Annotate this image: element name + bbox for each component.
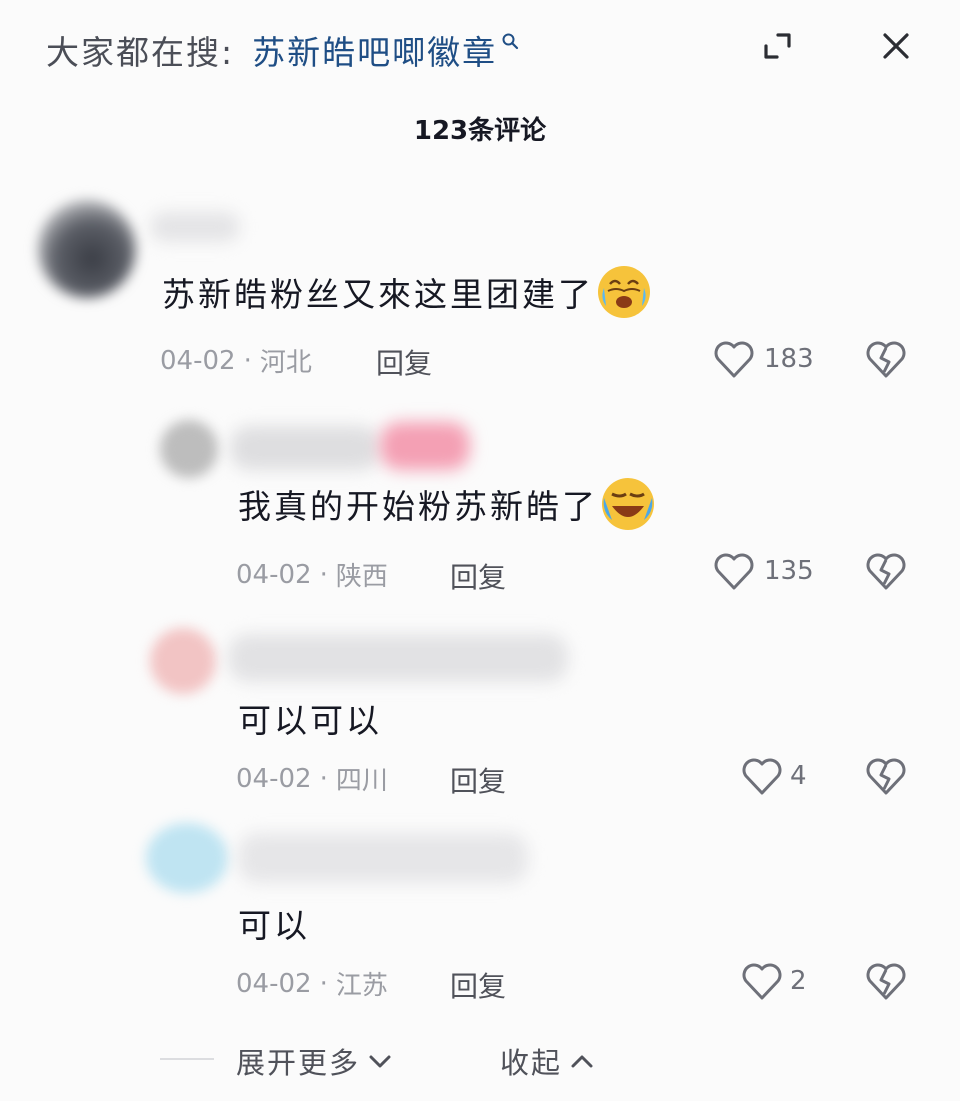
expand-more-label: 展开更多	[236, 1046, 361, 1080]
comment-text: 我真的开始粉苏新皓了	[238, 476, 656, 532]
heart-icon	[714, 341, 754, 378]
like-count: 183	[764, 344, 814, 374]
search-term-link[interactable]: 苏新皓吧唧徽章	[252, 26, 497, 74]
chevron-down-icon	[369, 1055, 391, 1068]
dislike-broken-heart-icon[interactable]	[864, 960, 908, 1002]
heart-icon	[714, 553, 754, 590]
comment-location: 河北	[259, 348, 312, 378]
avatar[interactable]	[150, 628, 216, 694]
username-blurred[interactable]	[228, 634, 568, 682]
username-blurred[interactable]	[230, 426, 380, 470]
crying-laughing-emoji-icon	[598, 266, 650, 318]
collapse-label: 收起	[500, 1046, 563, 1080]
separator-dot: ·	[319, 559, 328, 590]
like-button[interactable]: 4	[740, 755, 807, 797]
comment-date: 04-02	[236, 763, 312, 794]
trending-search-bar[interactable]: 大家都在搜: 苏新皓吧唧徽章	[46, 28, 519, 72]
close-icon[interactable]	[878, 28, 914, 64]
avatar[interactable]	[146, 823, 228, 893]
comment-meta: 04-02 · 陕西	[236, 556, 388, 593]
comment-count-title: 123条评论	[413, 116, 547, 146]
comment-item: 苏新皓粉丝又來这里团建了 04-02 · 河北 回复 183	[0, 180, 960, 390]
comment-date: 04-02	[236, 559, 312, 590]
comment-item: 我真的开始粉苏新皓了 04-02 · 陕西 回复 135	[0, 400, 960, 600]
sobbing-emoji-icon	[602, 478, 654, 530]
comment-item: 可以可以 04-02 · 四川 回复 4	[0, 610, 960, 810]
dislike-broken-heart-icon[interactable]	[864, 338, 908, 380]
dislike-broken-heart-icon[interactable]	[864, 550, 908, 592]
comment-meta: 04-02 · 四川	[236, 760, 388, 797]
reply-button[interactable]: 回复	[450, 760, 506, 800]
heart-icon	[742, 963, 782, 1000]
expand-more-button[interactable]: 展开更多	[236, 1040, 394, 1082]
chevron-up-icon	[571, 1055, 593, 1068]
comment-meta: 04-02 · 河北	[160, 342, 312, 379]
avatar[interactable]	[38, 200, 136, 298]
comment-meta: 04-02 · 江苏	[236, 965, 388, 1002]
comment-text-content: 可以	[238, 906, 310, 945]
username-blurred[interactable]	[238, 833, 528, 883]
comment-text: 可以	[238, 899, 310, 947]
like-button[interactable]: 183	[712, 338, 814, 380]
collapse-button[interactable]: 收起	[500, 1040, 596, 1082]
like-button[interactable]: 2	[740, 960, 807, 1002]
like-count: 4	[790, 761, 807, 791]
comment-text-content: 可以可以	[238, 701, 382, 740]
separator-dot: ·	[319, 968, 328, 999]
comment-text-content: 我真的开始粉苏新皓了	[238, 487, 598, 526]
avatar[interactable]	[160, 420, 218, 478]
heart-icon	[742, 758, 782, 795]
dislike-broken-heart-icon[interactable]	[864, 755, 908, 797]
badge-blurred	[380, 422, 470, 470]
comment-location: 陕西	[335, 562, 388, 592]
search-icon	[502, 33, 519, 50]
like-count: 2	[790, 966, 807, 996]
comment-text-content: 苏新皓粉丝又來这里团建了	[162, 275, 594, 314]
comment-text: 苏新皓粉丝又來这里团建了	[162, 264, 652, 320]
comment-text: 可以可以	[238, 694, 382, 742]
reply-button[interactable]: 回复	[450, 556, 506, 596]
like-button[interactable]: 135	[712, 550, 814, 592]
comment-date: 04-02	[236, 968, 312, 999]
comment-item: 可以 04-02 · 江苏 回复 2	[0, 815, 960, 1015]
comment-date: 04-02	[160, 345, 236, 376]
search-prefix-label: 大家都在搜:	[46, 33, 235, 72]
comment-location: 四川	[335, 766, 388, 796]
separator-dot: ·	[319, 763, 328, 794]
expand-icon[interactable]	[760, 28, 796, 64]
reply-button[interactable]: 回复	[450, 965, 506, 1005]
like-count: 135	[764, 556, 814, 586]
separator-dot: ·	[243, 345, 252, 376]
footer-divider	[160, 1058, 214, 1060]
username-blurred[interactable]	[150, 212, 240, 242]
reply-button[interactable]: 回复	[376, 342, 432, 382]
comment-location: 江苏	[335, 971, 388, 1001]
